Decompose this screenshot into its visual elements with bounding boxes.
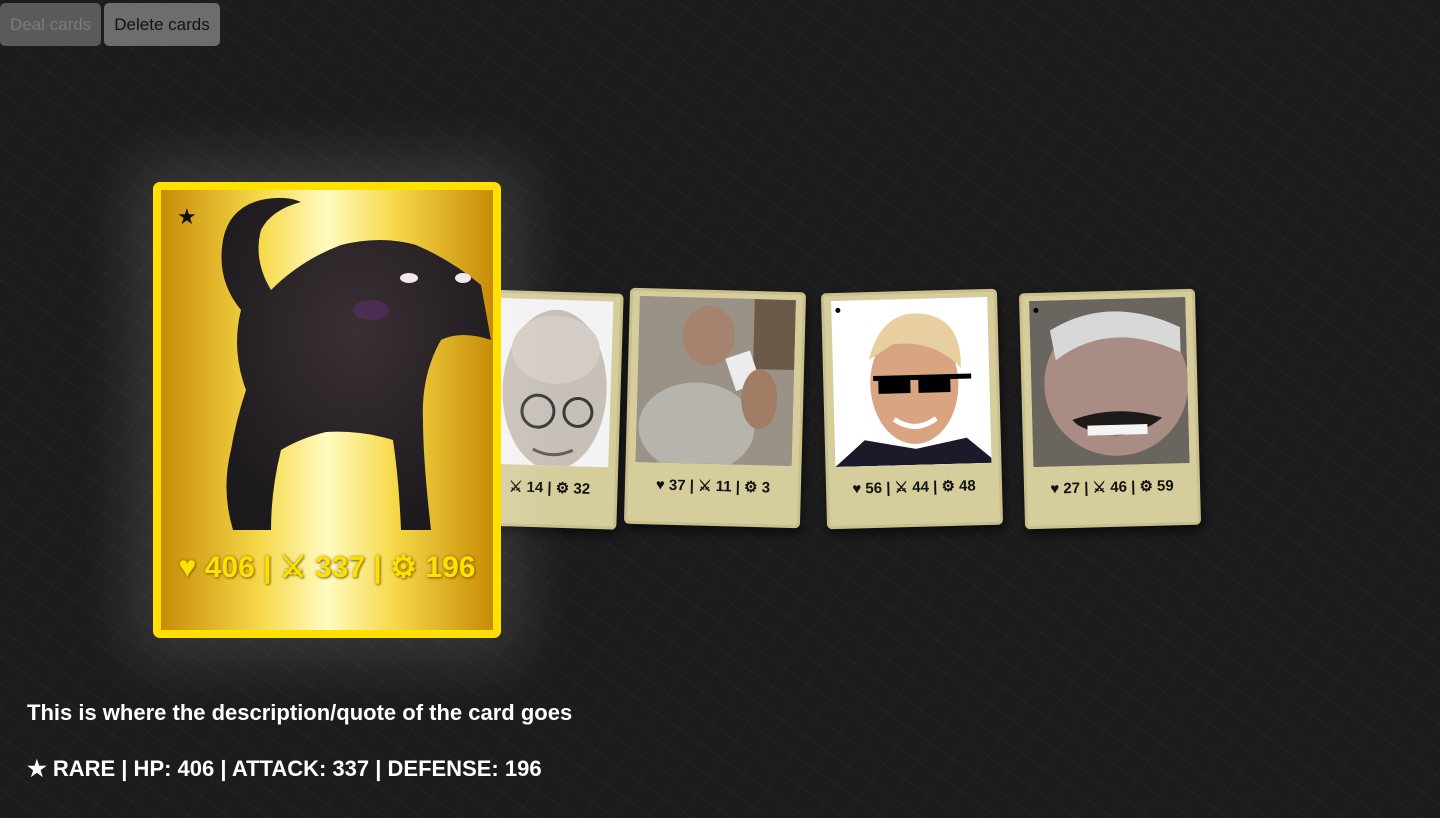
card-summary: ★ RARE | HP: 406 | ATTACK: 337 | DEFENSE… bbox=[27, 756, 542, 781]
card-3-marker bbox=[835, 307, 841, 313]
card-3-stats: ♥ 56 | ⚔ 44 | ⚙ 48 bbox=[852, 477, 976, 498]
toolbar: Deal cards Delete cards bbox=[0, 3, 220, 46]
rare-star-icon: ★ bbox=[177, 204, 197, 229]
card-2-portrait bbox=[635, 295, 796, 467]
card-2[interactable]: ♥ 37 | ⚔ 11 | ⚙ 3 bbox=[623, 287, 807, 529]
featured-card[interactable]: ★ ♥ 406 | ⚔ 337 | ⚙ 196 bbox=[153, 182, 501, 638]
card-4-marker bbox=[1033, 307, 1039, 313]
card-3[interactable]: ♥ 56 | ⚔ 44 | ⚙ 48 bbox=[820, 288, 1004, 530]
card-4-stats: ♥ 27 | ⚔ 46 | ⚙ 59 bbox=[1050, 477, 1174, 498]
card-2-stats: ♥ 37 | ⚔ 11 | ⚙ 3 bbox=[655, 476, 771, 497]
deal-cards-button[interactable]: Deal cards bbox=[0, 3, 102, 46]
card-4-portrait bbox=[1029, 296, 1190, 468]
card-description: This is where the description/quote of t… bbox=[27, 700, 573, 725]
featured-card-stats: ♥ 406 | ⚔ 337 | ⚙ 196 bbox=[178, 551, 476, 584]
card-4[interactable]: ♥ 27 | ⚔ 46 | ⚙ 59 bbox=[1018, 288, 1202, 530]
card-3-portrait bbox=[831, 296, 992, 468]
delete-cards-button[interactable]: Delete cards bbox=[104, 3, 220, 46]
